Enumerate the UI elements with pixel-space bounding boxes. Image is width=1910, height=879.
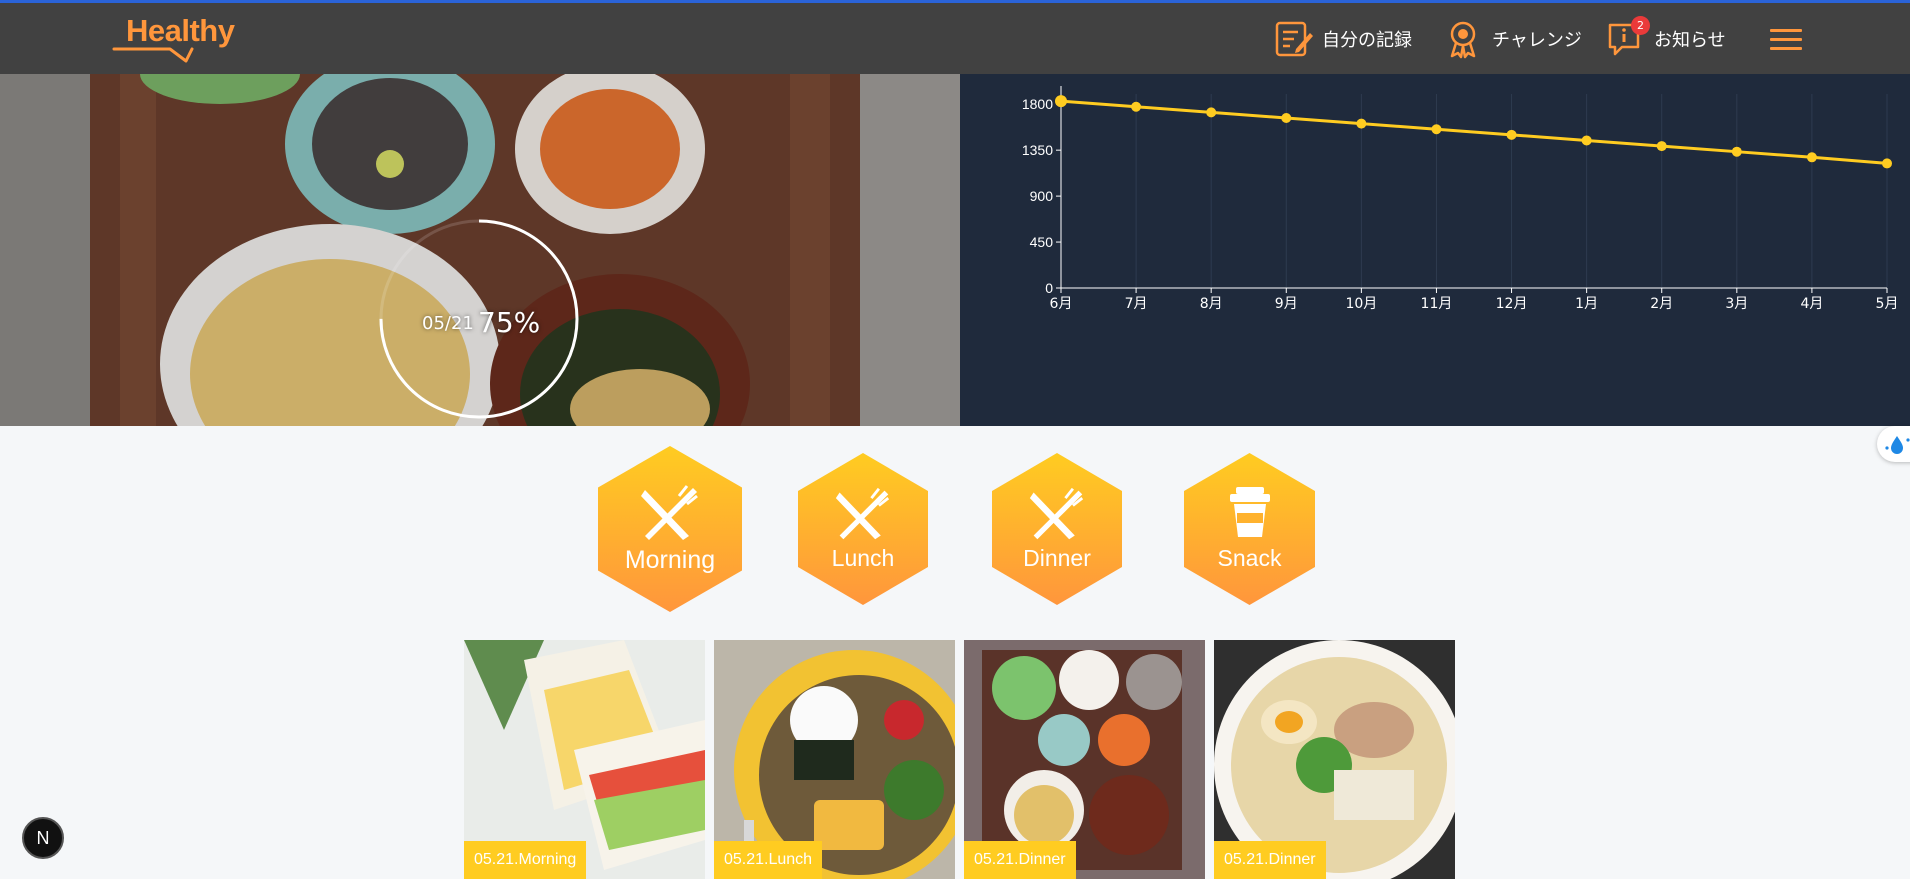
memo-icon bbox=[1274, 19, 1314, 59]
meal-button-label: Lunch bbox=[831, 545, 895, 571]
chart-x-tick-label: 8月 bbox=[1200, 296, 1223, 312]
chart-data-point bbox=[1206, 107, 1217, 118]
chart-data-point bbox=[1281, 112, 1292, 123]
logo-text: Healthy bbox=[126, 13, 235, 48]
chart-data-point bbox=[1506, 129, 1517, 140]
chart-y-tick-label: 1350 bbox=[1022, 142, 1053, 158]
chart-x-tick-label: 1月 bbox=[1575, 296, 1598, 312]
body-weight-chart: 0 450 900 1350 1800 6月 7月 8月 9月 10月 11月 12月 1月 2月 3月 4月… bbox=[960, 74, 1910, 426]
chart-data-point bbox=[1356, 118, 1367, 129]
award-icon bbox=[1444, 19, 1484, 59]
hero-achievement: 05/21 75% bbox=[0, 74, 960, 426]
chart-x-tick-label: 5月 bbox=[1876, 296, 1899, 312]
side-helper-tab[interactable] bbox=[1877, 426, 1910, 462]
info-icon: 2 bbox=[1606, 16, 1650, 59]
chart-data-point bbox=[1131, 101, 1142, 112]
meal-photo-lunch[interactable]: 05.21.Lunch bbox=[714, 640, 955, 879]
meal-button-snack[interactable]: Snack bbox=[1184, 453, 1315, 605]
meal-photo-label: 05.21.Lunch bbox=[714, 841, 823, 879]
chart-x-tick-label: 10月 bbox=[1345, 296, 1377, 312]
nav-item-label: お知らせ bbox=[1654, 30, 1726, 51]
chart-y-tick-label: 1800 bbox=[1022, 96, 1053, 112]
water-drop-icon bbox=[1885, 436, 1910, 454]
achievement-date: 05/21 bbox=[422, 313, 474, 334]
nav-item-records[interactable]: 自分の記録 bbox=[1274, 19, 1412, 59]
notification-badge: 2 bbox=[1631, 16, 1650, 35]
knife-fork-icon bbox=[1029, 487, 1084, 540]
nav-item-label: 自分の記録 bbox=[1322, 30, 1412, 51]
chart-x-tick-label: 4月 bbox=[1800, 296, 1823, 312]
meal-button-label: Snack bbox=[1217, 545, 1282, 571]
chart-x-tick-label: 7月 bbox=[1125, 296, 1148, 312]
chart-x-tick-label: 2月 bbox=[1650, 296, 1673, 312]
chart-data-point bbox=[1055, 95, 1067, 108]
meal-button-lunch[interactable]: Lunch bbox=[798, 453, 928, 605]
line-chart: 0 450 900 1350 1800 6月 7月 8月 9月 10月 11月 12月 1月 2月 3月 4月… bbox=[1022, 86, 1899, 312]
meal-button-label: Dinner bbox=[1023, 545, 1091, 571]
meal-button-label: Morning bbox=[624, 546, 716, 574]
meal-photo-dinner-1[interactable]: 05.21.Dinner bbox=[964, 640, 1205, 879]
hamburger-menu-icon[interactable] bbox=[1770, 25, 1802, 53]
chart-data-point bbox=[1731, 146, 1742, 157]
achievement-percent: 75% bbox=[478, 306, 541, 339]
nav-item-challenge[interactable]: チャレンジ bbox=[1444, 19, 1582, 59]
chart-y-tick-label: 900 bbox=[1030, 188, 1054, 204]
chart-data-point bbox=[1581, 135, 1592, 146]
meal-button-morning[interactable]: Morning bbox=[598, 446, 742, 612]
dev-tools-badge[interactable]: N bbox=[22, 817, 64, 859]
logo[interactable]: Healthy bbox=[112, 13, 242, 67]
chart-y-tick-label: 0 bbox=[1045, 280, 1053, 296]
chart-data-point bbox=[1431, 124, 1442, 135]
chart-x-tick-label: 12月 bbox=[1496, 296, 1528, 312]
header: Healthy 自分の記録 チャレンジ 2 お知らせ bbox=[0, 3, 1910, 74]
chart-data-point bbox=[1806, 152, 1817, 163]
chart-y-tick-label: 450 bbox=[1030, 234, 1054, 250]
meal-photo-label: 05.21.Dinner bbox=[964, 841, 1076, 879]
meal-photo-morning[interactable]: 05.21.Morning bbox=[464, 640, 705, 879]
chart-x-tick-label: 6月 bbox=[1050, 296, 1073, 312]
cup-icon bbox=[1229, 487, 1270, 537]
meal-photo-label: 05.21.Dinner bbox=[1214, 841, 1326, 879]
chart-data-point bbox=[1656, 141, 1667, 152]
meal-photo-dinner-2[interactable]: 05.21.Dinner bbox=[1214, 640, 1455, 879]
chart-data-point bbox=[1882, 158, 1892, 169]
meal-button-dinner[interactable]: Dinner bbox=[992, 453, 1122, 605]
nav-item-label: チャレンジ bbox=[1492, 30, 1582, 51]
chart-x-tick-label: 11月 bbox=[1421, 296, 1453, 312]
knife-fork-icon bbox=[641, 485, 698, 540]
meal-photo-label: 05.21.Morning bbox=[464, 841, 587, 879]
chart-x-tick-label: 9月 bbox=[1275, 296, 1298, 312]
knife-fork-icon bbox=[835, 487, 890, 540]
chart-series-line bbox=[1060, 99, 1888, 165]
nav-item-news[interactable]: 2 お知らせ bbox=[1606, 16, 1726, 59]
chart-x-tick-label: 3月 bbox=[1725, 296, 1748, 312]
